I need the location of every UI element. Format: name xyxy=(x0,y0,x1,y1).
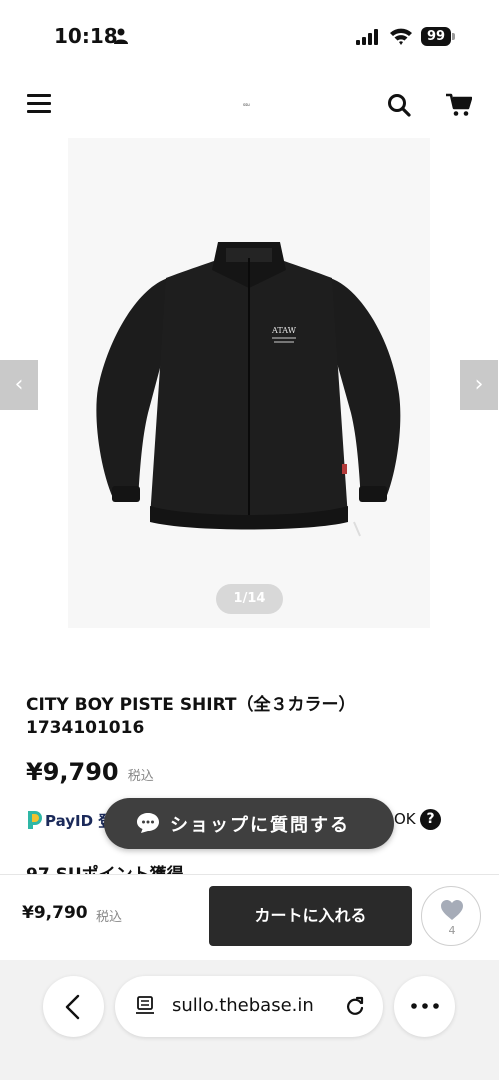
help-icon[interactable]: ? xyxy=(420,809,441,830)
menu-icon[interactable] xyxy=(27,94,51,114)
battery-icon: 99 xyxy=(421,27,455,46)
wifi-icon xyxy=(390,28,412,45)
payid-text: PayID 登 xyxy=(45,812,114,830)
bar-price: ¥9,790 xyxy=(22,903,88,923)
search-icon[interactable] xyxy=(387,93,411,117)
product-title: CITY BOY PISTE SHIRT（全３カラー） xyxy=(26,695,356,715)
payid-ok-text: OK xyxy=(394,810,416,828)
person-icon xyxy=(114,28,128,44)
status-bar: 10:18 99 xyxy=(0,0,499,72)
jacket-image: ATAW xyxy=(96,242,401,537)
heart-icon xyxy=(441,900,463,920)
browser-back-button[interactable] xyxy=(43,976,104,1037)
url-text: sullo.thebase.in xyxy=(172,995,314,1016)
purchase-bar: ¥9,790 税込 カートに入れる 4 xyxy=(0,874,499,960)
chat-bubble-icon xyxy=(137,813,159,833)
chest-print: ATAW xyxy=(271,326,297,335)
browser-toolbar: sullo.thebase.in xyxy=(0,960,499,1080)
back-icon xyxy=(65,994,80,1020)
shop-logo[interactable]: ssu xyxy=(243,102,250,107)
reload-icon[interactable] xyxy=(345,995,365,1017)
cart-icon[interactable] xyxy=(446,93,472,117)
gallery-page-indicator: 1/14 xyxy=(216,584,283,614)
ask-shop-label: ショップに質問する xyxy=(170,815,350,836)
address-bar[interactable]: sullo.thebase.in xyxy=(115,976,383,1037)
ask-shop-button[interactable]: ショップに質問する xyxy=(104,798,394,849)
price-row: ¥9,790 税込 xyxy=(26,758,154,786)
points-text: 97 SUポイント獲得 xyxy=(26,860,184,874)
signal-icon xyxy=(356,29,378,45)
status-time: 10:18 xyxy=(54,24,118,48)
product-gallery[interactable]: ATAW ‹ › 1/14 xyxy=(0,138,499,638)
points-row: 97 SUポイント獲得 xyxy=(26,860,476,874)
browser-more-button[interactable] xyxy=(394,976,455,1037)
more-icon xyxy=(411,1003,439,1009)
product-code: 1734101016 xyxy=(26,718,145,738)
bar-tax-label: 税込 xyxy=(96,910,123,925)
product-image[interactable]: ATAW xyxy=(68,138,430,628)
product-price: ¥9,790 xyxy=(26,758,119,786)
favorite-count: 4 xyxy=(448,924,456,937)
site-header: ssu xyxy=(0,72,499,138)
payid-logo-icon xyxy=(28,811,42,829)
battery-level: 99 xyxy=(421,27,451,46)
gallery-next-button[interactable]: › xyxy=(460,360,498,410)
battery-tip xyxy=(452,33,455,40)
add-to-cart-button[interactable]: カートに入れる xyxy=(209,886,412,946)
page-icon xyxy=(136,996,154,1014)
tax-label: 税込 xyxy=(127,769,154,784)
favorite-button[interactable]: 4 xyxy=(421,886,481,946)
gallery-prev-button[interactable]: ‹ xyxy=(0,360,38,410)
